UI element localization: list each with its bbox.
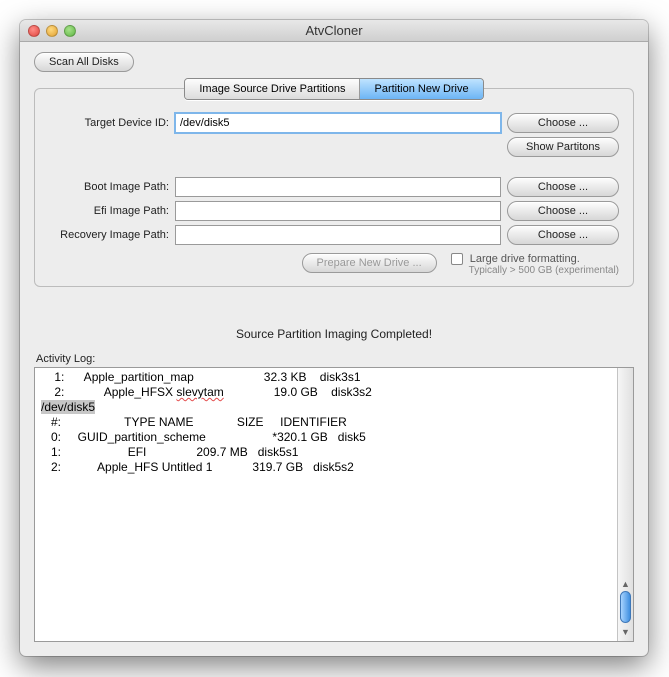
large-drive-checkbox[interactable] bbox=[451, 253, 463, 265]
large-drive-block: Large drive formatting. Typically > 500 … bbox=[451, 253, 619, 276]
main-panel: Image Source Drive Partitions Partition … bbox=[34, 88, 634, 287]
zoom-icon[interactable] bbox=[64, 25, 76, 37]
close-icon[interactable] bbox=[28, 25, 40, 37]
boot-image-label: Boot Image Path: bbox=[49, 181, 169, 193]
app-window: AtvCloner Scan All Disks Image Source Dr… bbox=[20, 20, 648, 656]
window-controls bbox=[20, 25, 76, 37]
choose-boot-button[interactable]: Choose ... bbox=[507, 177, 619, 197]
target-device-label: Target Device ID: bbox=[49, 117, 169, 129]
efi-image-input[interactable] bbox=[175, 201, 501, 221]
show-partitions-button[interactable]: Show Partitons bbox=[507, 137, 619, 157]
tab-partition-new[interactable]: Partition New Drive bbox=[360, 79, 482, 99]
tab-bar: Image Source Drive Partitions Partition … bbox=[35, 78, 633, 100]
minimize-icon[interactable] bbox=[46, 25, 58, 37]
status-message: Source Partition Imaging Completed! bbox=[34, 327, 634, 341]
large-drive-sublabel: Typically > 500 GB (experimental) bbox=[469, 265, 619, 276]
boot-image-input[interactable] bbox=[175, 177, 501, 197]
activity-log-text[interactable]: 1: Apple_partition_map 32.3 KB disk3s1 2… bbox=[41, 370, 613, 639]
scrollbar[interactable]: ▲ ▼ bbox=[617, 368, 633, 641]
large-drive-label: Large drive formatting. bbox=[470, 253, 580, 265]
recovery-image-input[interactable] bbox=[175, 225, 501, 245]
prepare-new-drive-button[interactable]: Prepare New Drive ... bbox=[302, 253, 437, 273]
scroll-down-icon[interactable]: ▼ bbox=[618, 625, 633, 639]
scan-all-disks-button[interactable]: Scan All Disks bbox=[34, 52, 134, 72]
activity-log: 1: Apple_partition_map 32.3 KB disk3s1 2… bbox=[34, 367, 634, 642]
window-content: Scan All Disks Image Source Drive Partit… bbox=[20, 42, 648, 656]
scroll-thumb[interactable] bbox=[620, 591, 631, 623]
choose-recovery-button[interactable]: Choose ... bbox=[507, 225, 619, 245]
choose-efi-button[interactable]: Choose ... bbox=[507, 201, 619, 221]
recovery-image-label: Recovery Image Path: bbox=[49, 229, 169, 241]
choose-target-button[interactable]: Choose ... bbox=[507, 113, 619, 133]
scroll-up-icon[interactable]: ▲ bbox=[618, 577, 633, 591]
activity-log-label: Activity Log: bbox=[36, 353, 634, 365]
tab-image-source[interactable]: Image Source Drive Partitions bbox=[185, 79, 360, 99]
target-device-input[interactable] bbox=[175, 113, 501, 133]
window-title: AtvCloner bbox=[20, 23, 648, 38]
efi-image-label: Efi Image Path: bbox=[49, 205, 169, 217]
titlebar: AtvCloner bbox=[20, 20, 648, 42]
